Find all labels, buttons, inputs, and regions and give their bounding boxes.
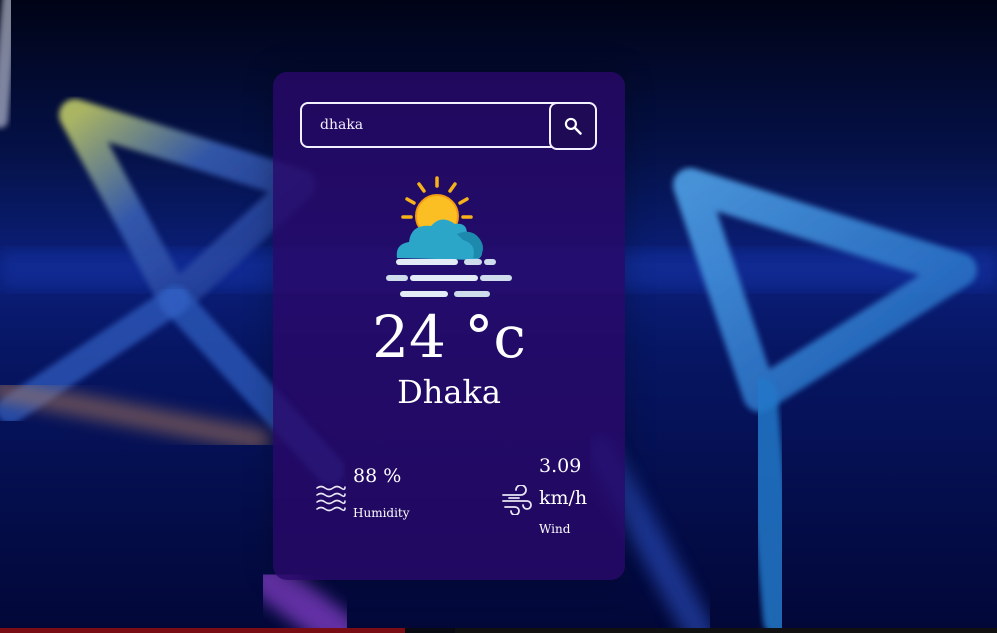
waves-icon xyxy=(316,485,346,512)
temperature: 24 °c xyxy=(372,303,526,371)
wind-value: 3.09 km/h xyxy=(539,455,588,509)
search-bar xyxy=(300,102,598,150)
wind-icon xyxy=(502,485,532,515)
bottom-strip xyxy=(0,628,997,633)
bottom-strip-red xyxy=(0,628,405,633)
bottom-strip-dark xyxy=(455,628,997,633)
search-icon xyxy=(564,117,582,135)
sun-cloud-mist-icon xyxy=(386,176,512,297)
humidity-label: Humidity xyxy=(353,506,410,520)
humidity-value: 88 % xyxy=(353,465,402,487)
search-button[interactable] xyxy=(549,102,597,150)
weather-card: 24 °c Dhaka 88 % Humidity 3.09 km/h Wind xyxy=(273,72,625,580)
city-name: Dhaka xyxy=(397,373,501,411)
wind-label: Wind xyxy=(539,522,571,536)
